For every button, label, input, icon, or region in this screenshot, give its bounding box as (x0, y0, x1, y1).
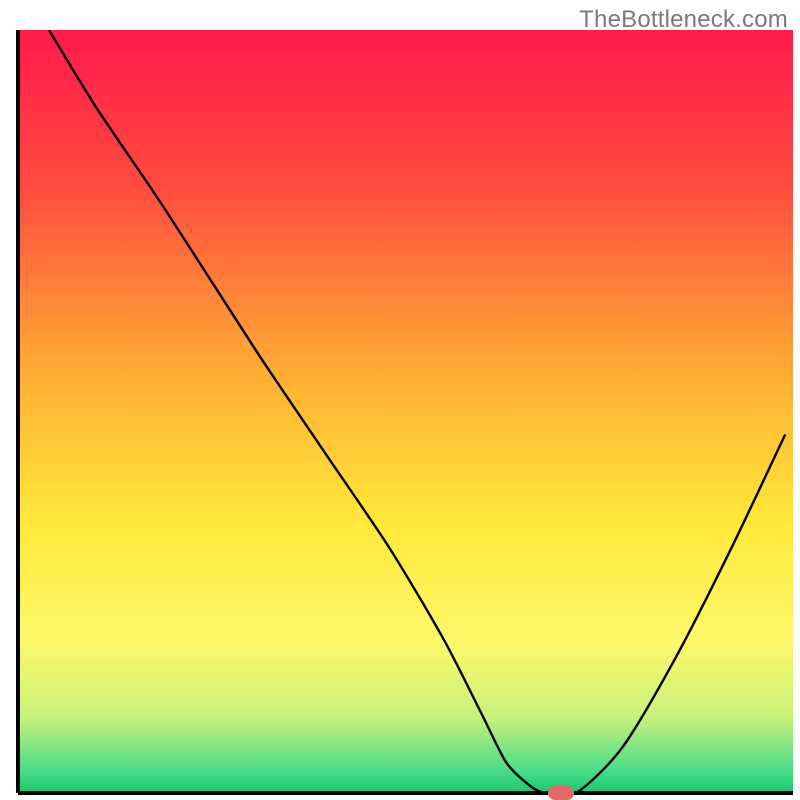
plot-background (18, 30, 793, 793)
chart-svg (0, 0, 800, 800)
optimal-marker (548, 786, 574, 800)
attribution-label: TheBottleneck.com (579, 6, 788, 34)
bottleneck-chart: TheBottleneck.com (0, 0, 800, 800)
